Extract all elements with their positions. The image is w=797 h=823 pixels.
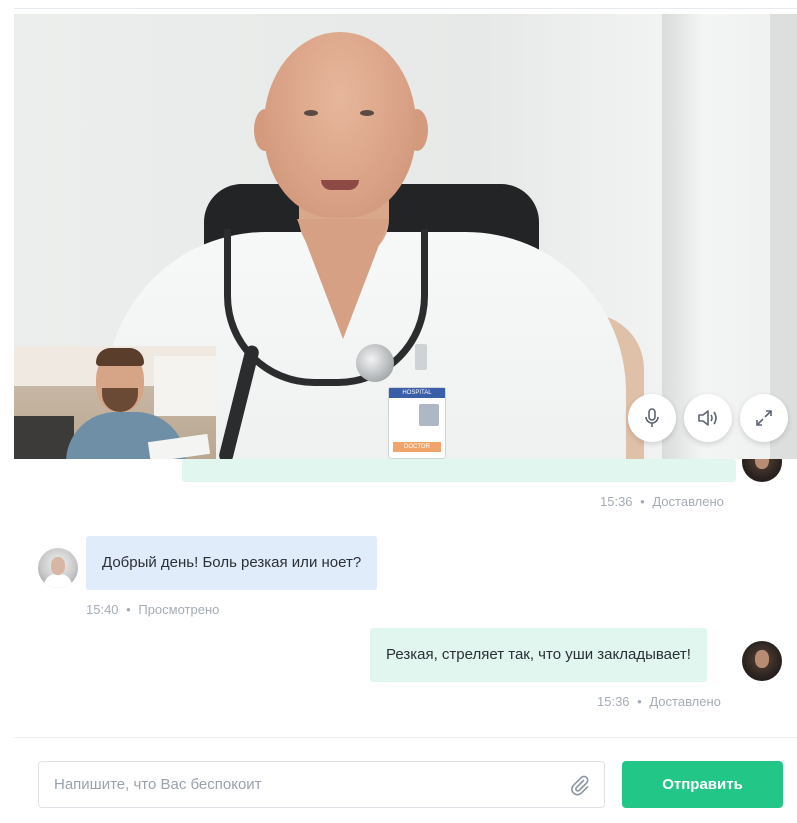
message-input[interactable] xyxy=(39,762,559,807)
user-avatar xyxy=(742,459,782,482)
avatar-coat xyxy=(44,574,72,588)
message-meta: 15:40 • Просмотрено xyxy=(86,602,219,617)
video-id-badge: HOSPITAL DOCTOR xyxy=(388,387,446,459)
message-status: Доставлено xyxy=(652,494,724,509)
expand-icon xyxy=(756,410,772,426)
video-doctor-head xyxy=(264,32,416,218)
top-border xyxy=(14,8,797,9)
badge-role: DOCTOR xyxy=(393,442,441,452)
message-meta: 15:36 • Доставлено xyxy=(600,494,724,509)
sound-button[interactable] xyxy=(684,394,732,442)
message-bubble-outgoing: Резкая, стреляет так, что уши закладывае… xyxy=(370,628,707,682)
message-text: Добрый день! Боль резкая или ноет? xyxy=(102,554,362,571)
self-view-hair xyxy=(96,348,144,366)
user-avatar xyxy=(742,641,782,681)
message-text: Резкая, стреляет так, что уши закладывае… xyxy=(386,646,691,663)
avatar-face xyxy=(755,459,769,469)
badge-header: HOSPITAL xyxy=(389,388,445,398)
meta-separator: • xyxy=(637,694,642,709)
avatar-face xyxy=(755,650,769,668)
video-doctor-eye xyxy=(360,110,374,116)
fullscreen-button[interactable] xyxy=(740,394,788,442)
mic-button[interactable] xyxy=(628,394,676,442)
badge-photo xyxy=(419,404,439,426)
video-doctor-eye xyxy=(304,110,318,116)
doctor-avatar xyxy=(38,548,78,588)
composer-divider xyxy=(14,737,797,738)
message-bubble-incoming: Добрый день! Боль резкая или ноет? xyxy=(86,536,378,590)
message-composer xyxy=(38,761,605,808)
meta-separator: • xyxy=(640,494,645,509)
video-pen xyxy=(415,344,427,370)
message-meta: 15:36 • Доставлено xyxy=(597,694,721,709)
avatar-face xyxy=(51,557,65,575)
message-status: Доставлено xyxy=(649,694,721,709)
message-status: Просмотрено xyxy=(138,602,220,617)
message-time: 15:36 xyxy=(600,494,633,509)
self-view-window xyxy=(154,356,216,416)
message-time: 15:40 xyxy=(86,602,119,617)
video-background-door xyxy=(770,14,797,459)
microphone-icon xyxy=(645,408,659,427)
message-bubble-outgoing xyxy=(182,459,736,482)
speaker-icon xyxy=(698,410,717,426)
message-time: 15:36 xyxy=(597,694,630,709)
self-video-preview[interactable] xyxy=(14,346,216,459)
attach-button[interactable] xyxy=(567,773,591,797)
self-view-cabinet xyxy=(14,416,74,459)
video-doctor-mouth xyxy=(321,180,359,190)
chat-messages[interactable]: 15:36 • Доставлено Добрый день! Боль рез… xyxy=(14,459,797,737)
paperclip-icon xyxy=(571,775,589,796)
video-stethoscope-chestpiece xyxy=(356,344,394,382)
send-button[interactable]: Отправить xyxy=(622,761,783,808)
meta-separator: • xyxy=(126,602,131,617)
